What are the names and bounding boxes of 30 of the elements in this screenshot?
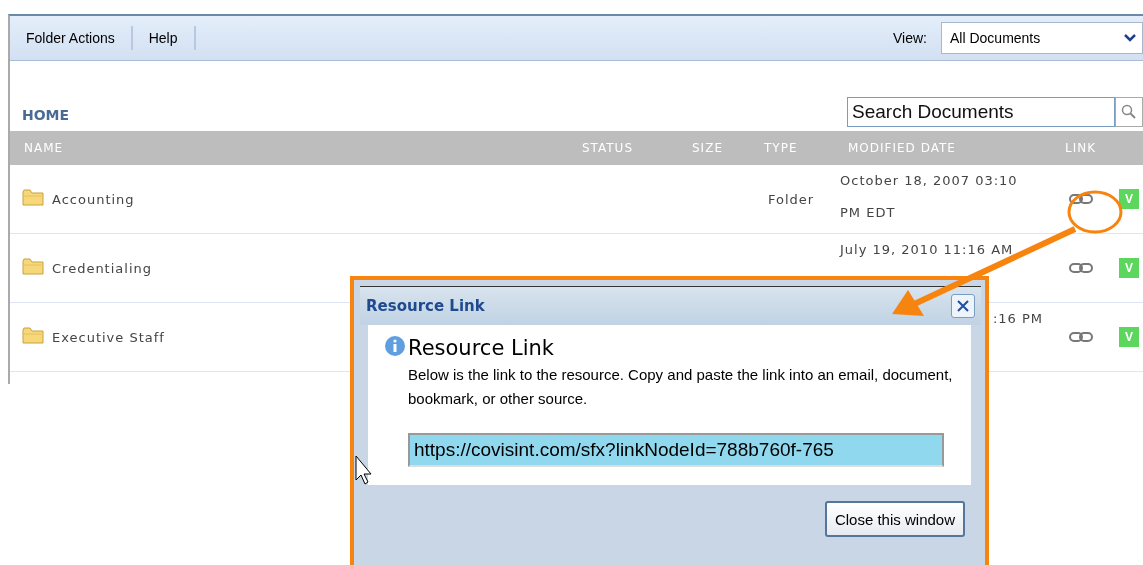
close-icon[interactable] <box>951 294 975 318</box>
chain-link-icon[interactable] <box>1069 331 1093 343</box>
view-dropdown[interactable]: All Documents <box>941 22 1143 54</box>
type-text: Folder <box>767 191 815 207</box>
highlight-ellipse <box>1067 190 1123 234</box>
column-header: TYPE <box>763 141 799 155</box>
column-header: NAME <box>23 141 65 155</box>
menu-item[interactable]: Help <box>140 26 196 50</box>
dialog-heading: Resource Link <box>408 336 554 360</box>
search-icon[interactable] <box>1115 97 1143 127</box>
chain-link-icon[interactable] <box>1069 262 1093 274</box>
column-header: LINK <box>1064 141 1098 155</box>
close-window-button[interactable]: Close this window <box>824 501 965 537</box>
column-header: STATUS <box>581 141 635 155</box>
search-field[interactable]: Search Documents <box>847 97 1115 127</box>
folder-name[interactable]: Executive Staff <box>52 329 165 345</box>
view-label: View: <box>893 30 927 46</box>
modified-date: :16 PM <box>992 310 1043 328</box>
dialog-title: Resource Link <box>366 297 486 315</box>
modified-date: July 19, 2010 11:16 AM <box>838 241 1015 259</box>
breadcrumb-link[interactable]: HOME <box>22 107 70 123</box>
folder-name[interactable]: Accounting <box>52 191 135 207</box>
dialog-message: Below is the link to the resource. Copy and paste the link into an email, document, bookmark, or other source. <box>408 365 953 409</box>
modified-date: October 18, 2007 03:10 PM EDT <box>839 172 1019 222</box>
chain-link-icon[interactable] <box>1069 193 1093 205</box>
link-field[interactable]: https://covisint.com/sfx?linkNodeId=788b760f-765 <box>408 433 944 467</box>
menu-item[interactable]: Folder Actions <box>18 26 133 50</box>
column-header: MODIFIED DATE <box>847 141 957 155</box>
column-header: SIZE <box>691 141 724 155</box>
folder-name[interactable]: Credentialing <box>52 260 152 276</box>
